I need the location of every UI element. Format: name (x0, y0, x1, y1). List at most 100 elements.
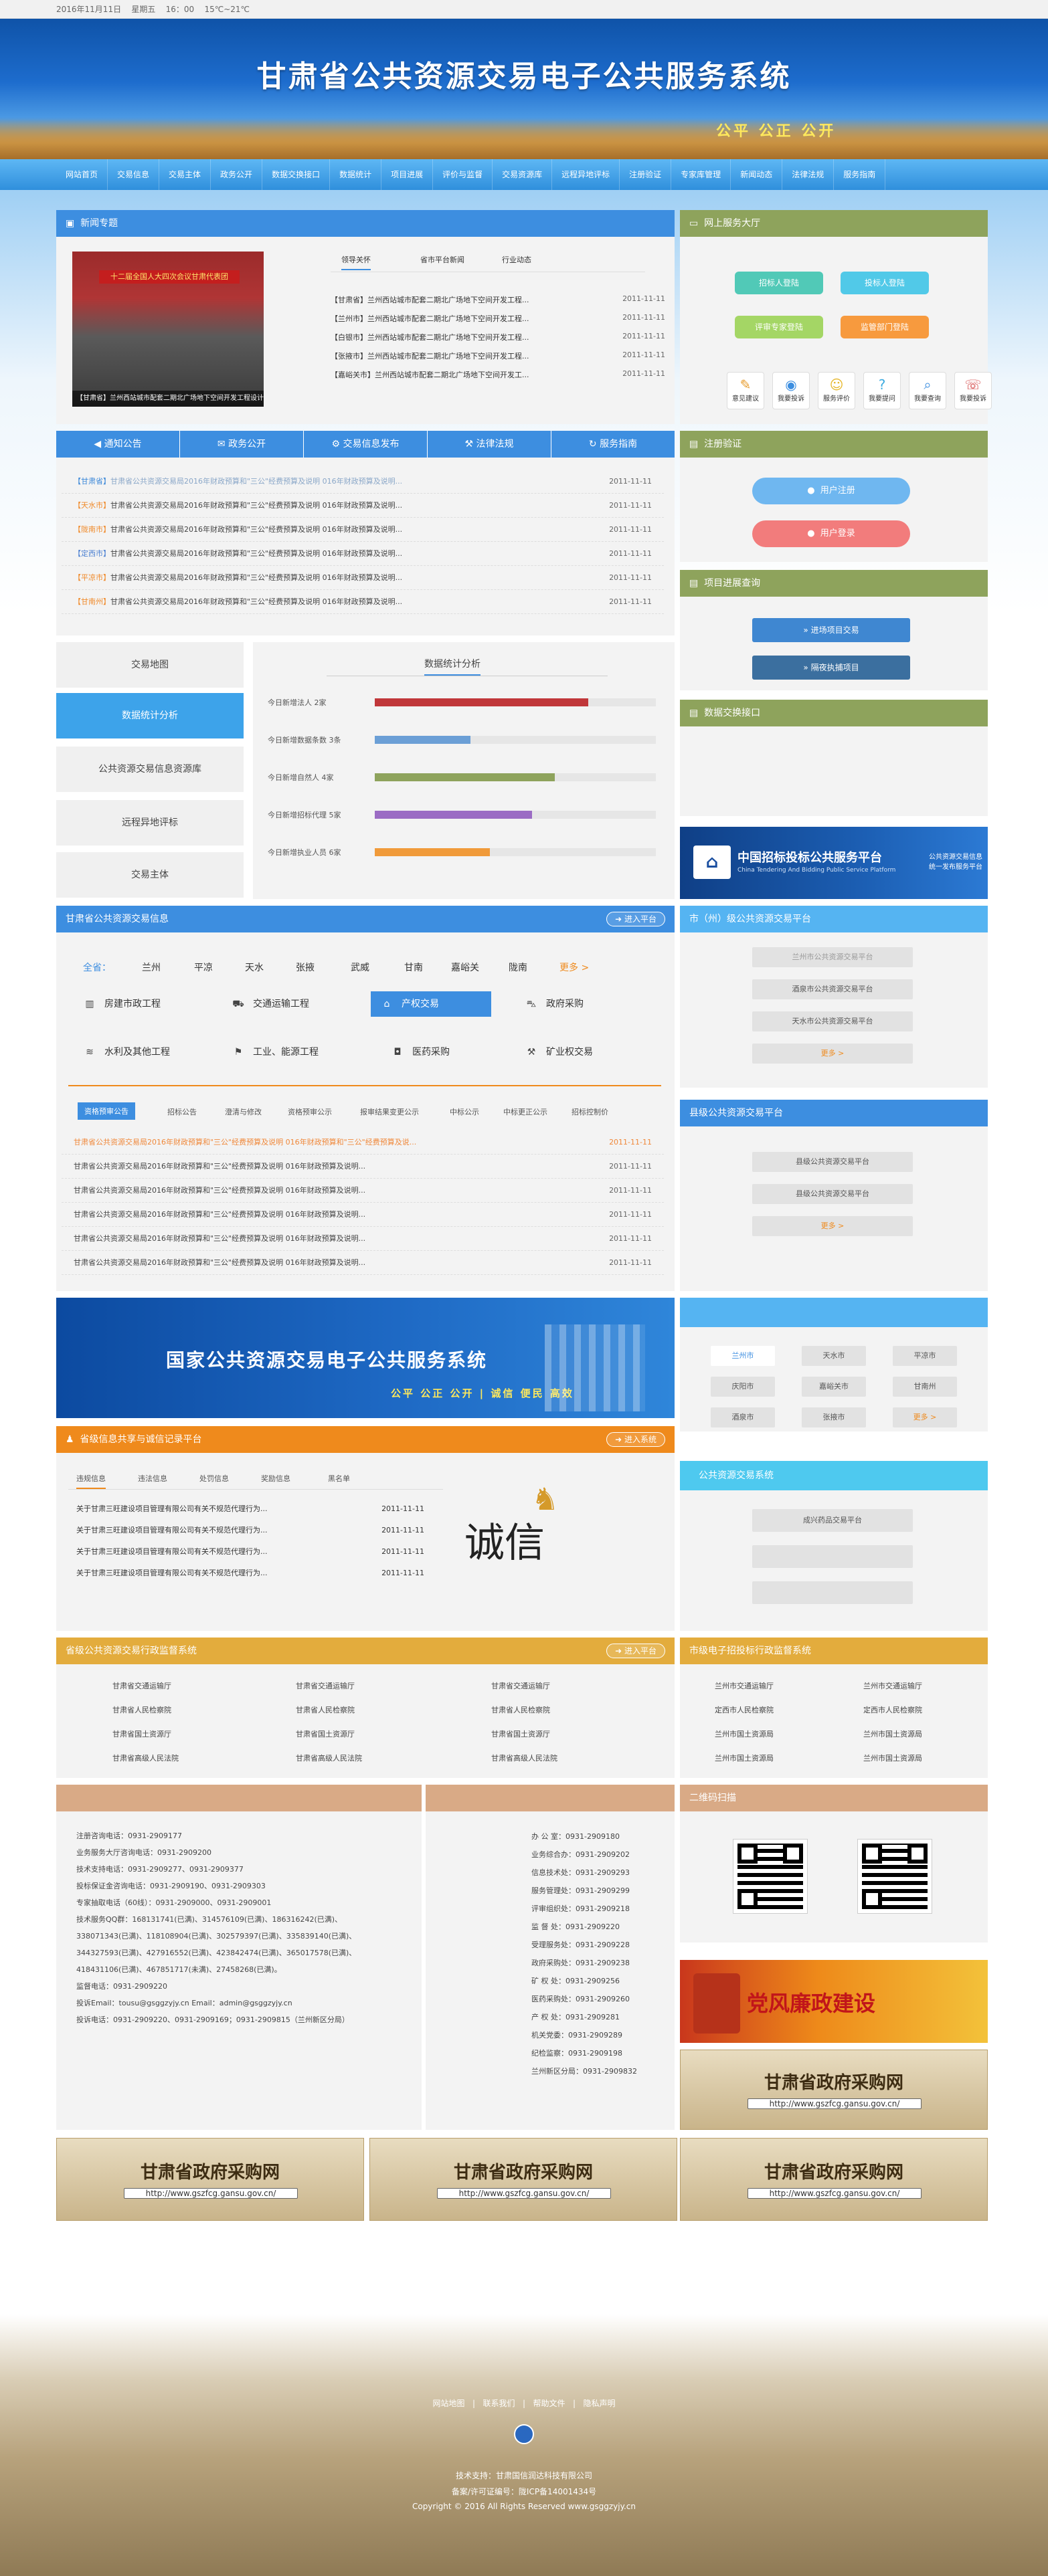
nav-news[interactable]: 新闻动态 (731, 159, 783, 190)
gov-procurement-ad[interactable]: 甘肃省政府采购网 http://www.gszfcg.gansu.gov.cn/ (680, 2138, 988, 2221)
supervise-link[interactable]: 甘肃省国土资源厅 (296, 1728, 355, 1739)
tenderer-login-button[interactable]: 投标人登陆 (841, 272, 929, 294)
sidebar-item-remote[interactable]: 远程异地评标 (56, 800, 244, 846)
category-medicine[interactable]: ◘ 医药采购 (391, 1039, 450, 1065)
nav-law[interactable]: 法律法规 (782, 159, 835, 190)
rate-button[interactable]: ☺ 服务评价 (818, 372, 855, 409)
user-register-button[interactable]: ● 用户注册 (752, 478, 910, 504)
news-tab-industry[interactable]: 行业动态 (502, 254, 531, 265)
list-item[interactable]: 甘肃省公共资源交易局2016年财政预算和"三公"经费预算及说明 016年财政预算… (62, 1251, 664, 1275)
sidebar-item-subject[interactable]: 交易主体 (56, 852, 244, 898)
supervise-link[interactable]: 兰州市交通运输厅 (863, 1680, 922, 1691)
nav-trade-subject[interactable]: 交易主体 (159, 159, 211, 190)
category-industry[interactable]: ⚑ 工业、能源工程 (232, 1039, 319, 1065)
supervise-link[interactable]: 甘肃省人民检察院 (491, 1704, 550, 1715)
city-link[interactable]: 张掖市 (802, 1407, 866, 1427)
tab-notice[interactable]: ◀ 通知公告 (56, 431, 180, 458)
supervise-link[interactable]: 兰州市交通运输厅 (715, 1680, 774, 1691)
supervise-link[interactable]: 兰州市国土资源局 (715, 1753, 774, 1763)
enter-trade-button[interactable]: » 进场项目交易 (752, 618, 910, 642)
tab-law[interactable]: ⚒ 法律法规 (428, 431, 551, 458)
nav-guide[interactable]: 服务指南 (834, 159, 886, 190)
city-link[interactable]: 酒泉市 (711, 1407, 775, 1427)
supervise-link[interactable]: 兰州市国土资源局 (863, 1753, 922, 1763)
sidebar-item-resource[interactable]: 公共资源交易信息资源库 (56, 747, 244, 792)
category-property[interactable]: ⌂ 产权交易 (371, 991, 491, 1017)
pub-sys-link[interactable]: 成兴药品交易平台 (752, 1509, 913, 1532)
county-platform-link[interactable]: 县级公共资源交易平台 (752, 1152, 913, 1172)
supervise-link[interactable]: 甘肃省高级人民法院 (296, 1753, 362, 1763)
nav-progress[interactable]: 项目进展 (381, 159, 434, 190)
ask-button[interactable]: ? 我要提问 (863, 372, 901, 409)
credit-tab-penalty[interactable]: 处罚信息 (199, 1473, 229, 1484)
footer-privacy-link[interactable]: 隐私声明 (583, 2399, 615, 2408)
subtab-result-change[interactable]: 报审结果变更公示 (360, 1106, 419, 1117)
more-cities-link[interactable]: 更多 > (559, 961, 589, 974)
city-link[interactable]: 甘南州 (893, 1377, 957, 1397)
subtab-control-price[interactable]: 招标控制价 (572, 1106, 608, 1117)
category-mining[interactable]: ⚒ 矿业权交易 (525, 1039, 593, 1065)
list-item[interactable]: 【甘肃省】兰州西站城市配套二期北广场地下空间开发工程... 2011-11-11 (331, 294, 665, 313)
city-link[interactable]: 嘉峪关市 (802, 1377, 866, 1397)
city-more-link[interactable]: 更多 > (893, 1407, 957, 1427)
list-item[interactable]: 【平凉市】甘肃省公共资源交易局2016年财政预算和"三公"经费预算及说明 016… (62, 566, 664, 590)
category-procurement[interactable]: ⛍ 政府采购 (525, 991, 584, 1017)
city-platform-link[interactable]: 酒泉市公共资源交易平台 (752, 979, 913, 999)
supervise-link[interactable]: 甘肃省交通运输厅 (112, 1680, 171, 1691)
city-link[interactable]: 平凉市 (893, 1346, 957, 1366)
gov-procurement-ad[interactable]: 甘肃省政府采购网 http://www.gszfcg.gansu.gov.cn/ (56, 2138, 364, 2221)
supervise-link[interactable]: 甘肃省交通运输厅 (491, 1680, 550, 1691)
city-link[interactable]: 陇南 (509, 961, 527, 974)
pub-sys-link[interactable] (752, 1545, 913, 1568)
list-item[interactable]: 【甘肃省】甘肃省公共资源交易局2016年财政预算和"三公"经费预算及说明 016… (62, 470, 664, 494)
tab-trade-release[interactable]: ⚙ 交易信息发布 (304, 431, 428, 458)
city-platform-link[interactable]: 天水市公共资源交易平台 (752, 1011, 913, 1031)
city-link[interactable]: 天水市 (802, 1346, 866, 1366)
subtab-prequal[interactable]: 资格预审公告 (78, 1102, 135, 1120)
nav-evaluation[interactable]: 评价与监督 (433, 159, 493, 190)
nav-trade-info[interactable]: 交易信息 (108, 159, 160, 190)
city-link[interactable]: 平凉 (194, 961, 213, 974)
supervise-link[interactable]: 甘肃省交通运输厅 (296, 1680, 355, 1691)
supervise-link[interactable]: 甘肃省国土资源厅 (112, 1728, 171, 1739)
tab-gov-open[interactable]: ✉ 政务公开 (180, 431, 304, 458)
category-water[interactable]: ≋ 水利及其他工程 (83, 1039, 170, 1065)
query-button[interactable]: ⌕ 我要查询 (909, 372, 946, 409)
supervise-link[interactable]: 甘肃省人民检察院 (112, 1704, 171, 1715)
list-item[interactable]: 甘肃省公共资源交易局2016年财政预算和"三公"经费预算及说明 016年财政预算… (62, 1227, 664, 1251)
list-item[interactable]: 甘肃省公共资源交易局2016年财政预算和"三公"经费预算及说明 016年财政预算… (62, 1203, 664, 1227)
list-item[interactable]: 【陇南市】甘肃省公共资源交易局2016年财政预算和"三公"经费预算及说明 016… (62, 518, 664, 542)
category-construction[interactable]: ▥ 房建市政工程 (83, 991, 161, 1017)
sidebar-item-stats[interactable]: 数据统计分析 (56, 693, 244, 738)
subtab-prequal-pub[interactable]: 资格预审公示 (288, 1106, 332, 1117)
city-link[interactable]: 兰州 (142, 961, 161, 974)
enter-system-button[interactable]: ➜ 进入系统 (606, 1432, 665, 1447)
list-item[interactable]: 甘肃省公共资源交易局2016年财政预算和"三公"经费预算及说明 016年财政预算… (62, 1179, 664, 1203)
list-item[interactable]: 关于甘肃三旺建设项目管理有限公司有关不规范代理行为... 2011-11-11 (76, 1541, 424, 1563)
bidder-login-button[interactable]: 招标人登陆 (735, 272, 823, 294)
list-item[interactable]: 【张掖市】兰州西站城市配套二期北广场地下空间开发工程... 2011-11-11 (331, 351, 665, 369)
tab-guide[interactable]: ↻ 服务指南 (551, 431, 675, 458)
footer-help-link[interactable]: 帮助文件 (533, 2399, 565, 2408)
enter-platform-button[interactable]: ➜ 进入平台 (606, 912, 665, 926)
gov-procurement-ad[interactable]: 甘肃省政府采购网 http://www.gszfcg.gansu.gov.cn/ (369, 2138, 677, 2221)
supervise-link[interactable]: 兰州市国土资源局 (863, 1728, 922, 1739)
nav-data-interface[interactable]: 数据交换接口 (262, 159, 331, 190)
nav-home[interactable]: 网站首页 (56, 159, 108, 190)
supervise-link[interactable]: 定西市人民检察院 (715, 1704, 774, 1715)
regulator-login-button[interactable]: 监管部门登陆 (841, 316, 929, 338)
list-item[interactable]: 甘肃省公共资源交易局2016年财政预算和"三公"经费预算及说明 016年财政预算… (62, 1155, 664, 1179)
credit-tab-illegal[interactable]: 违法信息 (138, 1473, 167, 1484)
subtab-clarify[interactable]: 澄清与修改 (225, 1106, 262, 1117)
sidebar-item-map[interactable]: 交易地图 (56, 642, 244, 688)
list-item[interactable]: 【定西市】甘肃省公共资源交易局2016年财政预算和"三公"经费预算及说明 016… (62, 542, 664, 566)
credit-tab-violation[interactable]: 违规信息 (76, 1473, 106, 1489)
city-platform-more[interactable]: 更多 > (752, 1044, 913, 1064)
city-platform-link[interactable]: 兰州市公共资源交易平台 (752, 947, 913, 967)
list-item[interactable]: 关于甘肃三旺建设项目管理有限公司有关不规范代理行为... 2011-11-11 (76, 1498, 424, 1520)
subtab-winner[interactable]: 中标公示 (450, 1106, 479, 1117)
tender-platform-ad[interactable]: ⌂ 中国招标投标公共服务平台 China Tendering And Biddi… (680, 827, 988, 899)
city-link[interactable]: 张掖 (296, 961, 315, 974)
list-item[interactable]: 【兰州市】兰州西站城市配套二期北广场地下空间开发工程... 2011-11-11 (331, 313, 665, 332)
category-transport[interactable]: ⛟ 交通运输工程 (232, 991, 309, 1017)
